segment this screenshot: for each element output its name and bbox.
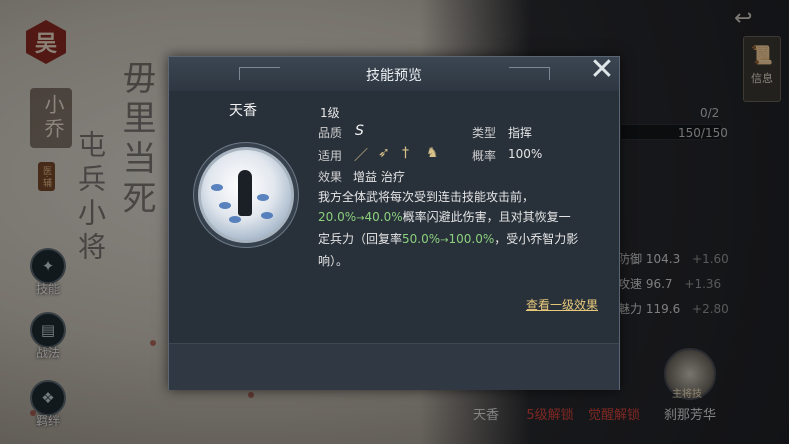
desc-value: 100.0%	[448, 232, 495, 246]
rate-label: 概率	[472, 149, 497, 163]
quality-label: 品质	[318, 126, 343, 140]
type-value: 指挥	[508, 126, 533, 140]
skill-name: 天香	[229, 103, 257, 119]
desc-line: 响）。	[318, 254, 349, 268]
dancer-figure	[238, 170, 252, 216]
bow-icon: ➶	[378, 145, 390, 161]
horse-icon: ♞	[426, 145, 439, 161]
desc-text: 定兵力（回复率	[318, 232, 403, 246]
close-icon[interactable]: ✕	[585, 55, 619, 89]
petal	[219, 202, 231, 209]
desc-text: 概率闪避此伤害，且对其恢复一	[402, 210, 571, 224]
petal	[257, 194, 269, 201]
petal	[229, 216, 241, 223]
view-level-one-effect-link[interactable]: 查看一级效果	[500, 296, 598, 313]
desc-value: 50.0%	[402, 232, 441, 246]
desc-value: 40.0%	[364, 210, 403, 224]
petal	[211, 184, 223, 191]
desc-value: 20.0%	[318, 210, 357, 224]
dialog-title: 技能预览	[366, 68, 422, 84]
arrow-icon: →	[440, 235, 449, 246]
skill-level: 1级	[320, 106, 340, 120]
skill-description: 我方全体武将每次受到连击技能攻击前， 20.0%→40.0%概率闪避此伤害，且对…	[318, 187, 600, 271]
desc-line: 20.0%→40.0%概率闪避此伤害，且对其恢复一	[318, 207, 600, 229]
spear-icon: ／	[354, 148, 368, 164]
apply-label: 适用	[318, 149, 343, 163]
sword-icon: †	[402, 145, 409, 161]
desc-text: ，受小乔智力影	[494, 232, 579, 246]
quality-value: S	[355, 123, 364, 139]
dialog-footer	[169, 343, 619, 390]
desc-line: 我方全体武将每次受到连击技能攻击前，	[318, 190, 535, 204]
dialog-title-bar: 技能预览 ✕	[169, 55, 619, 92]
arrow-icon: →	[356, 213, 365, 224]
skill-emblem-icon	[198, 147, 294, 243]
desc-line: 定兵力（回复率50.0%→100.0%，受小乔智力影	[318, 229, 600, 251]
petal	[261, 212, 273, 219]
rate-value: 100%	[508, 147, 543, 161]
effect-value: 增益 治疗	[353, 170, 405, 184]
type-label: 类型	[472, 126, 497, 140]
effect-label: 效果	[318, 170, 343, 184]
